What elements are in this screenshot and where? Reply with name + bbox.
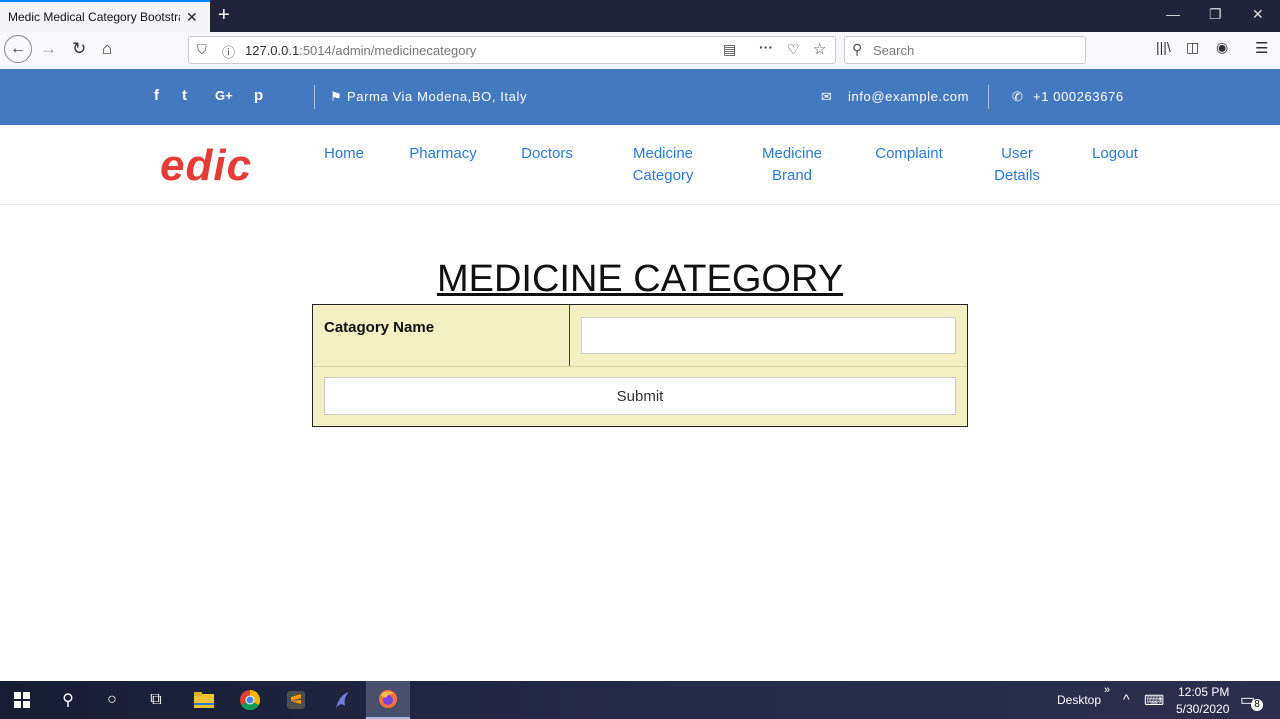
sidebar-icon[interactable]: ◫ [1186, 39, 1199, 56]
pocket-icon[interactable]: ♡ [787, 41, 800, 58]
phone-icon: ✆ [1012, 89, 1024, 104]
file-explorer-icon[interactable] [182, 681, 226, 719]
search-icon: ⚲ [852, 41, 863, 57]
label-cell: Catagory Name [313, 305, 570, 366]
close-tab-icon[interactable]: ✕ [186, 9, 198, 26]
window-close-icon[interactable]: ✕ [1252, 6, 1264, 23]
info-icon[interactable]: ⓘ [222, 42, 235, 61]
reload-icon[interactable]: ↻ [72, 39, 86, 59]
search-icon[interactable]: ⚲ [46, 681, 90, 719]
browser-titlebar: Medic Medical Category Bootstrap ✕ + — ❐… [0, 0, 1280, 32]
more-actions-icon[interactable]: ··· [759, 39, 773, 55]
minimize-icon[interactable]: — [1166, 6, 1180, 22]
taskbar: ⚲ ○ ⧉ Desktop » ^ ⌨ 12:05 PM 5/30/2020 ▭… [0, 681, 1280, 719]
category-form: Catagory Name Submit [312, 304, 968, 427]
browser-navbar: ← → ↻ ⌂ ⛉ ⓘ 127.0.0.1:5014/admin/medicin… [0, 32, 1280, 70]
nav-medicine-brand[interactable]: Medicine Brand [757, 143, 827, 187]
nav-home[interactable]: Home [322, 143, 366, 165]
clock-date[interactable]: 5/30/2020 [1176, 702, 1229, 716]
account-icon[interactable]: ◉ [1216, 39, 1228, 56]
site-header: edic Home Pharmacy Doctors Medicine Categ… [0, 125, 1280, 205]
restore-icon[interactable]: ❐ [1209, 6, 1222, 23]
chevron-up-icon[interactable]: ^ [1123, 691, 1130, 707]
reader-view-icon[interactable]: ▤ [723, 41, 736, 58]
home-icon[interactable]: ⌂ [102, 39, 112, 59]
submit-button[interactable]: Submit [324, 377, 956, 415]
keyboard-icon[interactable]: ⌨ [1144, 692, 1164, 709]
shield-icon[interactable]: ⛉ [197, 42, 207, 58]
site-logo[interactable]: edic [160, 141, 252, 191]
nav-medicine-category[interactable]: Medicine Category [628, 143, 698, 187]
twitter-icon[interactable]: t [182, 87, 187, 104]
page-title: MEDICINE CATEGORY [436, 258, 844, 300]
nav-doctors[interactable]: Doctors [518, 143, 576, 165]
phone-text: +1 000263676 [1033, 89, 1124, 104]
row-divider [313, 366, 967, 367]
desktop-toolbar-label[interactable]: Desktop [1057, 693, 1101, 707]
google-plus-icon[interactable]: G+ [215, 88, 233, 103]
url-text[interactable]: 127.0.0.1:5014/admin/medicinecategory [245, 43, 476, 58]
search-field[interactable]: ⚲ Search [844, 36, 1086, 64]
back-icon[interactable]: ← [4, 35, 32, 63]
chrome-icon[interactable] [228, 681, 272, 719]
nav-pharmacy[interactable]: Pharmacy [406, 143, 480, 165]
bookmark-star-icon[interactable]: ☆ [813, 40, 826, 58]
forward-icon[interactable]: → [40, 39, 57, 59]
divider [314, 85, 315, 109]
browser-tab[interactable]: Medic Medical Category Bootstrap ✕ [0, 0, 210, 32]
windows-start-icon[interactable] [0, 681, 44, 719]
tab-title: Medic Medical Category Bootstrap [8, 10, 180, 24]
sublime-text-icon[interactable] [274, 681, 318, 719]
url-bar[interactable]: ⛉ ⓘ 127.0.0.1:5014/admin/medicinecategor… [188, 36, 836, 64]
nav-user-details[interactable]: User Details [990, 143, 1044, 187]
task-view-icon[interactable]: ⧉ [134, 681, 178, 719]
page-title-wrap: MEDICINE CATEGORY [0, 258, 1280, 301]
library-icon[interactable]: |||\ [1156, 39, 1171, 55]
location-icon: ⚑ [330, 89, 343, 104]
contact-bar: f t G+ p ⚑ Parma Via Modena,BO, Italy ✉ … [0, 69, 1280, 125]
app-icon[interactable] [320, 681, 364, 719]
new-tab-button[interactable]: + [218, 4, 230, 27]
clock-time[interactable]: 12:05 PM [1178, 685, 1229, 699]
divider [988, 85, 989, 109]
facebook-icon[interactable]: f [154, 87, 159, 104]
firefox-icon[interactable] [366, 681, 410, 719]
toolbar-expand-icon[interactable]: » [1104, 684, 1110, 696]
menu-icon[interactable]: ☰ [1255, 39, 1268, 57]
category-name-label: Catagory Name [324, 319, 435, 336]
notification-count: 8 [1251, 699, 1263, 711]
address-text: Parma Via Modena,BO, Italy [347, 89, 528, 104]
nav-logout[interactable]: Logout [1088, 143, 1142, 165]
nav-complaint[interactable]: Complaint [870, 143, 948, 165]
search-placeholder: Search [873, 43, 915, 58]
pinterest-icon[interactable]: p [254, 87, 263, 104]
cortana-icon[interactable]: ○ [90, 681, 134, 719]
email-text: info@example.com [848, 89, 970, 104]
category-name-input[interactable] [581, 317, 956, 354]
envelope-icon: ✉ [821, 89, 833, 104]
